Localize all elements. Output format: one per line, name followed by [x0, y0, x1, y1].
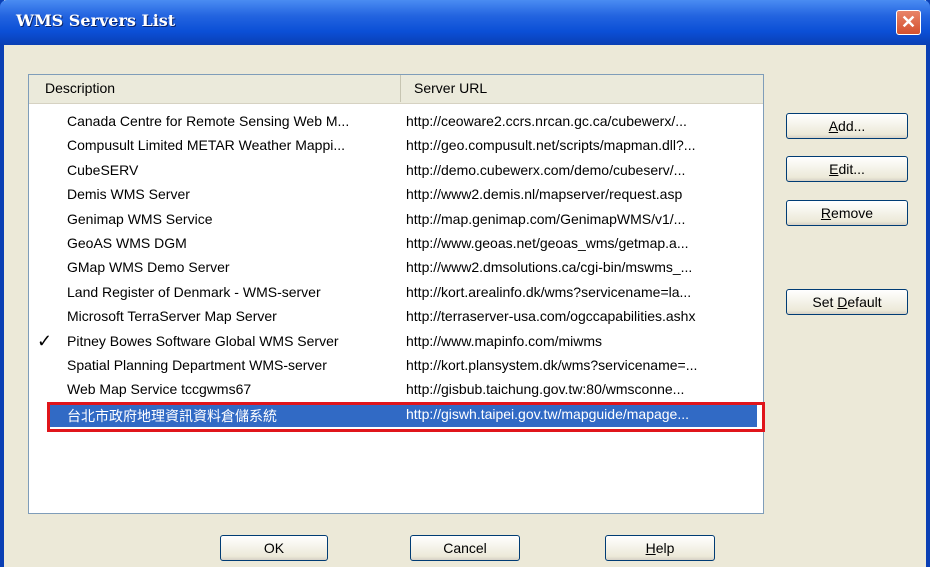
list-row[interactable]: GMap WMS Demo Server http://www2.dmsoluti… — [29, 256, 763, 280]
row-server-url: http://demo.cubewerx.com/demo/cubeserv/.… — [406, 161, 686, 178]
row-description: Compusult Limited METAR Weather Mappi... — [67, 137, 346, 154]
row-server-url: http://kort.arealinfo.dk/wms?servicename… — [406, 283, 692, 300]
cancel-button-label: Cancel — [443, 540, 487, 556]
row-server-url: http://geo.compusult.net/scripts/mapman.… — [406, 137, 696, 154]
edit-button-label: dit... — [838, 161, 865, 177]
list-row[interactable]: Web Map Service tccgwms67 http://gisbub.t… — [29, 378, 763, 402]
list-row[interactable]: CubeSERV http://demo.cubewerx.com/demo/cu… — [29, 159, 763, 183]
row-server-url: http://ceoware2.ccrs.nrcan.gc.ca/cubewer… — [406, 113, 687, 129]
set-default-button-hotkey: D — [837, 294, 848, 310]
remove-button-label: emove — [831, 205, 874, 221]
row-description: 台北市政府地理資訊資料倉儲系統 — [67, 407, 277, 424]
row-server-url: http://www.geoas.net/geoas_wms/getmap.a.… — [406, 234, 689, 251]
row-description: Land Register of Denmark - WMS-server — [67, 283, 321, 300]
row-description: GMap WMS Demo Server — [67, 259, 230, 276]
dialog-title: WMS Servers List — [16, 11, 176, 30]
remove-button-hotkey: R — [820, 205, 832, 221]
list-row-selected[interactable]: 台北市政府地理資訊資料倉儲系統 http://giswh.taipei.gov.t… — [29, 401, 765, 432]
row-description: Genimap WMS Service — [67, 210, 213, 227]
set-default-button[interactable]: Set Default — [786, 289, 908, 315]
list-rows: Canada Centre for Remote Sensing Web M..… — [29, 110, 765, 432]
row-description: Pitney Bowes Software Global WMS Server — [67, 332, 339, 349]
list-row[interactable]: GeoAS WMS DGM http://www.geoas.net/geoas_… — [29, 232, 763, 256]
remove-button[interactable]: Remove — [786, 200, 908, 226]
list-row[interactable]: Canada Centre for Remote Sensing Web M..… — [29, 110, 763, 134]
list-row[interactable]: Land Register of Denmark - WMS-server htt… — [29, 281, 763, 305]
list-row[interactable]: Compusult Limited METAR Weather Mappi...… — [29, 134, 763, 158]
close-icon: ✕ — [900, 12, 917, 32]
set-default-button-prefix: Set — [812, 294, 838, 310]
list-row[interactable]: Microsoft TerraServer Map Server http://t… — [29, 305, 763, 329]
add-button-label: dd... — [838, 118, 866, 134]
title-bar[interactable]: WMS Servers List ✕ — [0, 0, 930, 45]
list-header: Description Server URL — [29, 75, 763, 104]
row-description: Demis WMS Server — [67, 186, 190, 203]
list-row[interactable]: ✓ Pitney Bowes Software Global WMS Server… — [29, 330, 763, 354]
cancel-button[interactable]: Cancel — [410, 535, 520, 561]
add-button-hotkey: A — [828, 118, 839, 134]
ok-button-label: OK — [263, 540, 285, 556]
row-server-url: http://www2.dmsolutions.ca/cgi-bin/mswms… — [406, 259, 693, 276]
row-server-url: http://kort.plansystem.dk/wms?servicenam… — [406, 356, 698, 373]
row-description: CubeSERV — [67, 161, 139, 178]
help-button-hotkey: H — [645, 540, 656, 556]
help-button[interactable]: Help — [605, 535, 715, 561]
row-description: Web Map Service tccgwms67 — [67, 381, 252, 398]
default-check-icon: ✓ — [37, 330, 53, 351]
row-description: GeoAS WMS DGM — [67, 234, 187, 251]
row-server-url: http://terraserver-usa.com/ogccapabiliti… — [406, 308, 696, 325]
set-default-button-label: efault — [847, 294, 882, 310]
row-server-url: http://map.genimap.com/GenimapWMS/v1/... — [406, 210, 686, 227]
column-header-server-url[interactable]: Server URL — [401, 75, 763, 102]
row-description: Microsoft TerraServer Map Server — [67, 308, 277, 325]
row-server-url: http://www2.demis.nl/mapserver/request.a… — [406, 186, 683, 203]
ok-button[interactable]: OK — [220, 535, 328, 561]
list-row[interactable]: Spatial Planning Department WMS-server ht… — [29, 354, 763, 378]
row-description: Spatial Planning Department WMS-server — [67, 356, 327, 373]
column-header-description[interactable]: Description — [29, 75, 401, 102]
wms-servers-dialog: WMS Servers List ✕ Description Server UR… — [0, 0, 930, 567]
server-list[interactable]: Description Server URL Canada Centre for… — [28, 74, 765, 514]
close-button[interactable]: ✕ — [896, 10, 921, 35]
list-row[interactable]: Genimap WMS Service http://map.genimap.co… — [29, 208, 763, 232]
row-description: Canada Centre for Remote Sensing Web M..… — [67, 113, 350, 129]
row-server-url: http://giswh.taipei.gov.tw/mapguide/mapa… — [406, 405, 690, 422]
list-row[interactable]: Demis WMS Server http://www2.demis.nl/map… — [29, 183, 763, 207]
edit-button[interactable]: Edit... — [786, 156, 908, 182]
row-server-url: http://gisbub.taichung.gov.tw:80/wmsconn… — [406, 381, 685, 398]
row-server-url: http://www.mapinfo.com/miwms — [406, 332, 603, 349]
help-button-label: elp — [655, 540, 675, 556]
add-button[interactable]: Add... — [786, 113, 908, 139]
